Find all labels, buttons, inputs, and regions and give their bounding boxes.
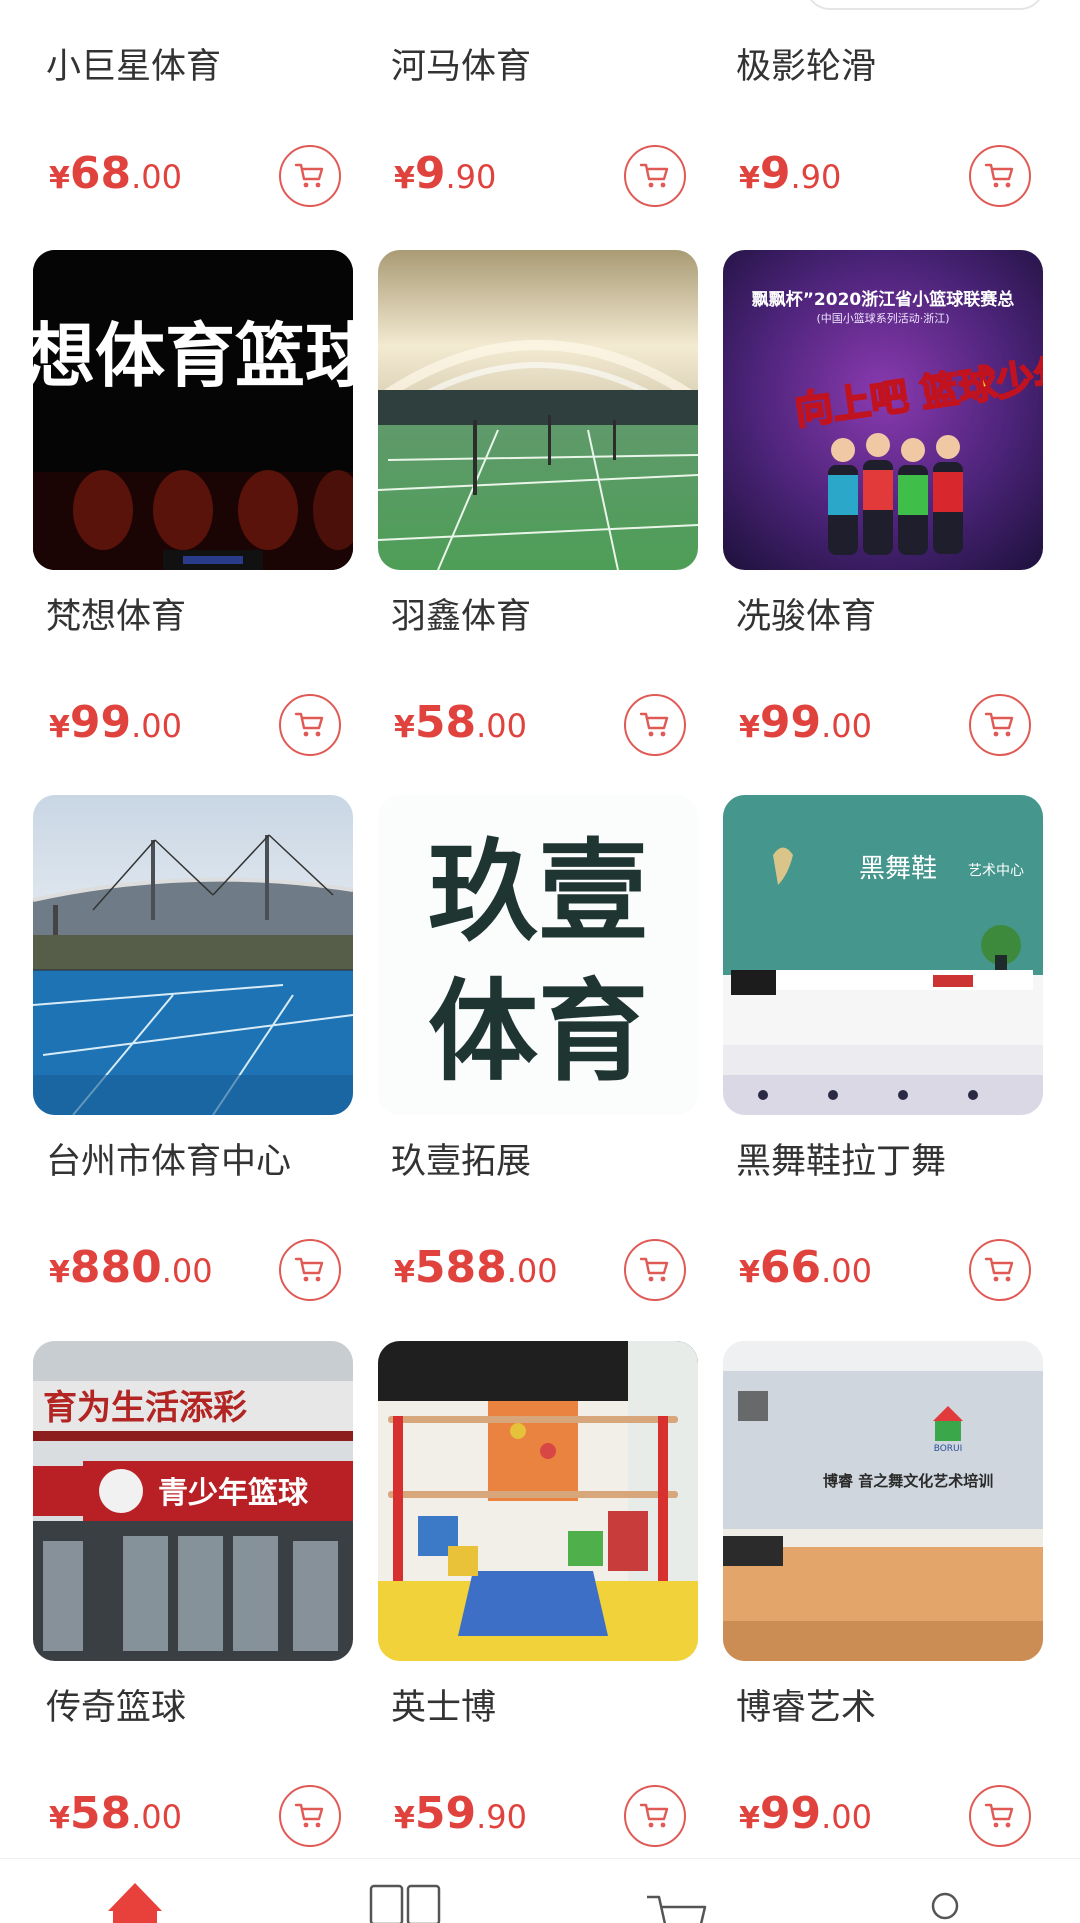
product-image: 育为生活添彩 青少年篮球	[33, 1341, 353, 1661]
stadium-tennis-image	[33, 795, 353, 1115]
cart-icon	[984, 163, 1014, 188]
product-image: 黑舞鞋 艺术中心	[723, 795, 1043, 1115]
product-name: 梵想体育	[46, 597, 187, 637]
cart-icon	[294, 712, 324, 737]
svg-text:(中国小篮球系列活动·浙江): (中国小篮球系列活动·浙江)	[816, 311, 949, 325]
bottom-nav	[0, 1858, 1080, 1923]
add-to-cart-button[interactable]	[969, 694, 1031, 756]
art-school-reception-image: BORUI 博睿 音之舞文化艺术培训	[723, 1341, 1043, 1661]
cart-icon	[647, 1895, 707, 1923]
svg-text:黑舞鞋: 黑舞鞋	[859, 854, 937, 884]
product-name: 冼骏体育	[736, 597, 877, 637]
cart-icon	[294, 1803, 324, 1828]
product-image: 飘飘杯”2020浙江省小篮球联赛总 (中国小篮球系列活动·浙江) 向上吧 篮球少…	[723, 250, 1043, 570]
add-to-cart-button[interactable]	[279, 694, 341, 756]
cart-icon	[294, 1257, 324, 1282]
cart-icon	[294, 163, 324, 188]
jiuyi-logo-image: 玖壹 体育	[378, 795, 698, 1115]
nav-cart[interactable]	[615, 1859, 735, 1923]
product-price: ¥99.00	[49, 697, 182, 748]
product-name: 玖壹拓展	[391, 1142, 532, 1182]
product-name: 台州市体育中心	[46, 1142, 292, 1182]
product-name: 传奇篮球	[46, 1688, 187, 1728]
cart-icon	[984, 1803, 1014, 1828]
svg-text:玖壹: 玖壹	[428, 828, 648, 956]
product-price: ¥99.00	[739, 697, 872, 748]
cart-icon	[639, 712, 669, 737]
product-price: ¥68.00	[49, 148, 182, 199]
product-price: ¥59.90	[394, 1788, 527, 1839]
cart-icon	[639, 163, 669, 188]
add-to-cart-button[interactable]	[279, 145, 341, 207]
product-price: ¥880.00	[49, 1242, 213, 1293]
product-price: ¥9.90	[739, 148, 842, 199]
add-to-cart-button[interactable]	[624, 1239, 686, 1301]
badminton-court-image	[378, 250, 698, 570]
fanxiang-sign-image: 想体育篮球中	[33, 250, 353, 570]
product-name: 英士博	[391, 1688, 497, 1728]
product-name: 羽鑫体育	[391, 597, 532, 637]
search-bar[interactable]	[805, 0, 1045, 10]
nav-profile[interactable]	[885, 1859, 1005, 1923]
svg-text:博睿 音之舞文化艺术培训: 博睿 音之舞文化艺术培训	[823, 1472, 993, 1490]
home-icon	[108, 1883, 162, 1923]
product-image: BORUI 博睿 音之舞文化艺术培训	[723, 1341, 1043, 1661]
product-name: 小巨星体育	[46, 47, 222, 87]
product-name: 博睿艺术	[736, 1688, 877, 1728]
svg-text:艺术中心: 艺术中心	[968, 863, 1024, 879]
product-price: ¥66.00	[739, 1242, 872, 1293]
product-name: 河马体育	[391, 47, 532, 87]
product-price: ¥58.00	[394, 697, 527, 748]
product-name: 黑舞鞋拉丁舞	[736, 1142, 947, 1182]
product-image: 想体育篮球中	[33, 250, 353, 570]
add-to-cart-button[interactable]	[624, 694, 686, 756]
add-to-cart-button[interactable]	[279, 1785, 341, 1847]
basketball-storefront-image: 育为生活添彩 青少年篮球	[33, 1341, 353, 1661]
product-price: ¥58.00	[49, 1788, 182, 1839]
svg-text:想体育篮球中: 想体育篮球中	[33, 315, 353, 397]
svg-text:育为生活添彩: 育为生活添彩	[43, 1388, 247, 1428]
product-price: ¥9.90	[394, 148, 497, 199]
product-image	[378, 1341, 698, 1661]
svg-text:BORUI: BORUI	[934, 1444, 963, 1454]
product-image	[378, 250, 698, 570]
product-listing-page: 小巨星体育 ¥68.00 河马体育 ¥9.90 极影轮滑 ¥9.90 想体育篮球…	[0, 0, 1080, 1923]
add-to-cart-button[interactable]	[969, 145, 1031, 207]
add-to-cart-button[interactable]	[624, 145, 686, 207]
add-to-cart-button[interactable]	[624, 1785, 686, 1847]
add-to-cart-button[interactable]	[969, 1785, 1031, 1847]
nav-home[interactable]	[75, 1859, 195, 1923]
product-price: ¥99.00	[739, 1788, 872, 1839]
product-name: 极影轮滑	[736, 47, 877, 87]
add-to-cart-button[interactable]	[969, 1239, 1031, 1301]
cart-icon	[984, 712, 1014, 737]
product-price: ¥588.00	[394, 1242, 558, 1293]
basketball-event-image: 飘飘杯”2020浙江省小篮球联赛总 (中国小篮球系列活动·浙江) 向上吧 篮球少…	[723, 250, 1043, 570]
svg-text:体育: 体育	[428, 968, 648, 1096]
cart-icon	[639, 1803, 669, 1828]
add-to-cart-button[interactable]	[279, 1239, 341, 1301]
nav-category[interactable]	[345, 1859, 465, 1923]
dance-studio-image: 黑舞鞋 艺术中心	[723, 795, 1043, 1115]
cart-icon	[639, 1257, 669, 1282]
gym-playroom-image	[378, 1341, 698, 1661]
product-image: 玖壹 体育	[378, 795, 698, 1115]
category-icon	[369, 1884, 441, 1923]
cart-icon	[984, 1257, 1014, 1282]
svg-text:青少年篮球: 青少年篮球	[158, 1476, 309, 1511]
product-image	[33, 795, 353, 1115]
user-icon	[931, 1892, 959, 1920]
svg-text:飘飘杯”2020浙江省小篮球联赛总: 飘飘杯”2020浙江省小篮球联赛总	[752, 289, 1015, 310]
